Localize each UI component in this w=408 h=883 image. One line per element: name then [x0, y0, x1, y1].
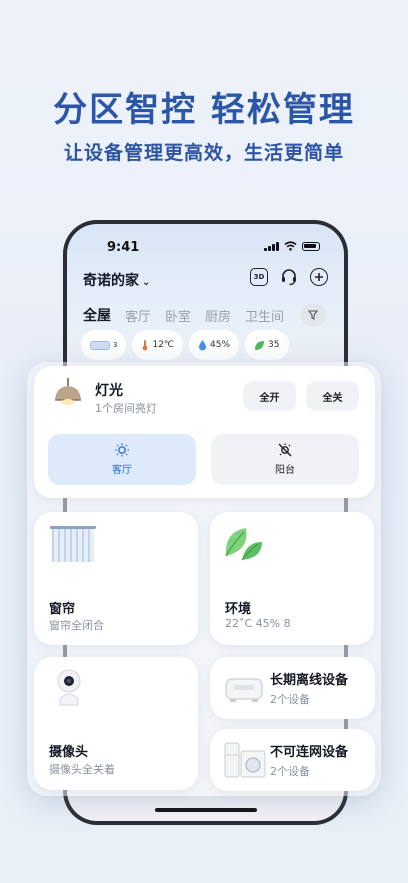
camera-title: 摄像头: [49, 745, 89, 760]
status-time: 9:41: [107, 240, 140, 255]
battery-icon: [302, 241, 320, 251]
top-actions: 3D: [250, 268, 328, 286]
light-subtitle: 1个房间亮灯: [95, 402, 157, 415]
room-tabs: 全屋 客厅 卧室 厨房 卫生间: [83, 304, 327, 326]
tab-bedroom[interactable]: 卧室: [165, 306, 191, 325]
chevron-down-icon: ⌄: [142, 277, 151, 288]
all-on-button[interactable]: 全开: [243, 381, 296, 411]
tab-bathroom[interactable]: 卫生间: [245, 306, 284, 325]
offline-devices-tile[interactable]: 长期离线设备 2个设备: [210, 657, 375, 719]
unconnectable-title: 不可连网设备: [270, 745, 349, 760]
camera-subtitle: 摄像头全关着: [49, 763, 115, 776]
air-conditioner-icon: [90, 340, 110, 350]
summary-chips: 3 12℃ 45% 35: [81, 330, 289, 360]
chip-air-quality[interactable]: 35: [245, 330, 289, 360]
tab-kitchen[interactable]: 厨房: [205, 306, 231, 325]
environment-subtitle: 22˚C 45% 8: [225, 617, 291, 630]
light-card[interactable]: 灯光 1个房间亮灯 全开 全关 客厅 阳台: [34, 366, 375, 498]
unconnectable-subtitle: 2个设备: [270, 765, 310, 778]
offline-title: 长期离线设备: [270, 673, 349, 688]
3d-icon[interactable]: 3D: [250, 268, 268, 286]
filter-icon: [308, 310, 319, 320]
bulb-on-icon: [115, 443, 129, 457]
router-icon: [225, 678, 263, 702]
leaf-icon: [225, 528, 262, 561]
room-balcony-light[interactable]: 阳台: [211, 434, 359, 485]
light-title: 灯光: [95, 383, 123, 399]
chip-temperature[interactable]: 12℃: [132, 330, 184, 360]
pendant-lamp-icon: [55, 378, 81, 405]
humidity-icon: [199, 340, 207, 351]
washer-fridge-icon: [224, 742, 266, 778]
add-icon[interactable]: [310, 268, 328, 286]
leaf-icon: [255, 340, 265, 350]
camera-icon: [57, 669, 81, 706]
tab-living-room[interactable]: 客厅: [125, 306, 151, 325]
hero-subline: 让设备管理更高效，生活更简单: [63, 142, 344, 164]
home-selector[interactable]: 奇诺的家 ⌄: [83, 270, 150, 290]
curtain-title: 窗帘: [49, 602, 76, 617]
signal-icon: [264, 241, 279, 251]
room-living-light[interactable]: 客厅: [48, 434, 196, 485]
camera-tile[interactable]: 摄像头 摄像头全关着: [34, 657, 198, 790]
offline-subtitle: 2个设备: [270, 693, 310, 706]
curtain-tile[interactable]: 窗帘 窗帘全闭合: [34, 512, 198, 645]
environment-title: 环境: [225, 602, 252, 617]
tab-all[interactable]: 全屋: [83, 305, 111, 325]
hero-headline: 分区智控 轻松管理: [53, 90, 355, 130]
curtain-subtitle: 窗帘全闭合: [49, 619, 104, 632]
home-indicator: [155, 808, 257, 812]
headset-icon[interactable]: [280, 268, 298, 286]
environment-tile[interactable]: 环境 22˚C 45% 8: [210, 512, 374, 645]
home-name: 奇诺的家: [83, 273, 139, 289]
wifi-icon: [284, 241, 297, 251]
chip-humidity[interactable]: 45%: [189, 330, 240, 360]
chip-air-conditioner[interactable]: 3: [81, 330, 127, 360]
all-off-button[interactable]: 全关: [306, 381, 359, 411]
curtain-icon: [50, 526, 96, 562]
thermometer-icon: [143, 340, 148, 351]
filter-button[interactable]: [300, 304, 327, 326]
unconnectable-devices-tile[interactable]: 不可连网设备 2个设备: [210, 729, 375, 791]
bulb-off-icon: [278, 443, 292, 457]
status-icons: [264, 241, 320, 251]
